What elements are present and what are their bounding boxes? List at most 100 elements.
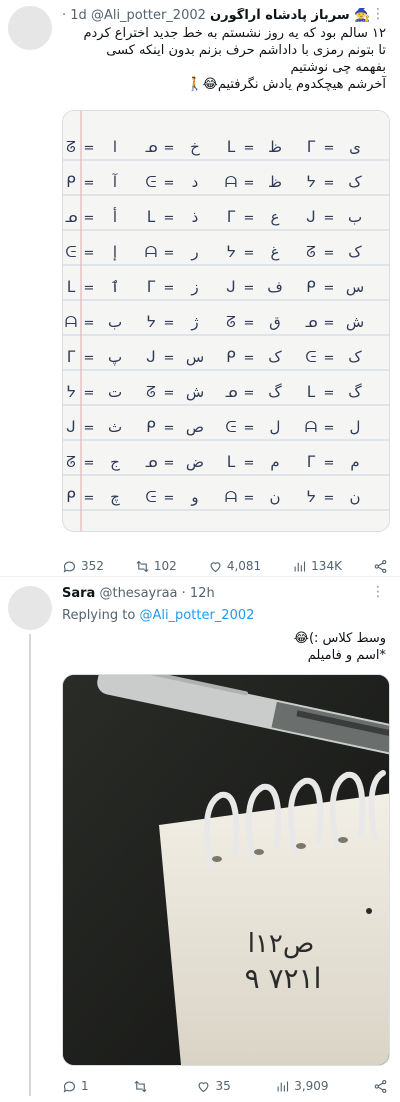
retweet-button[interactable]: 102 xyxy=(135,559,177,574)
notebook-equals: = xyxy=(244,246,255,261)
notebook-letter: م xyxy=(350,453,359,471)
share-button[interactable] xyxy=(373,559,388,574)
views-button[interactable]: 134K xyxy=(292,559,342,574)
notebook-equals: = xyxy=(244,176,255,191)
notebook-equals: = xyxy=(164,176,175,191)
cipher-glyph: ᒪ xyxy=(307,383,316,401)
reply-count: 352 xyxy=(81,559,104,573)
avatar[interactable] xyxy=(8,586,52,630)
notebook-letter: ث xyxy=(108,418,122,436)
cipher-glyph: ᑭ xyxy=(66,173,75,191)
notebook-equals: = xyxy=(324,351,335,366)
notebook-letter: غ xyxy=(271,243,280,261)
notebook-equals: = xyxy=(244,421,255,436)
retweet-button[interactable] xyxy=(133,1079,152,1094)
cipher-glyph: ᒍ xyxy=(66,418,75,436)
cipher-glyph: ᔭ xyxy=(66,383,75,401)
reply-button[interactable]: 1 xyxy=(62,1079,89,1094)
cipher-glyph: ᘔ xyxy=(66,138,76,156)
notebook-letter: ٱ xyxy=(111,278,120,296)
tweet-time[interactable]: · 1d xyxy=(62,8,87,23)
more-options-icon[interactable]: ⋮ xyxy=(371,6,386,22)
cipher-glyph: ᕮ xyxy=(225,418,236,436)
notebook-equals: = xyxy=(324,316,335,331)
tweet-handle[interactable]: @Ali_potter_2002 xyxy=(91,8,206,23)
cipher-glyph: ᔭ xyxy=(306,488,315,506)
views-button[interactable]: 3,909 xyxy=(275,1079,329,1094)
reply-count: 1 xyxy=(81,1079,89,1093)
reply-icon xyxy=(63,1081,76,1093)
cipher-glyph: ᔭ xyxy=(146,313,155,331)
cipher-glyph: ᒥ xyxy=(307,138,316,156)
notebook-equals: = xyxy=(244,211,255,226)
notebook-equals: = xyxy=(244,141,255,156)
tweet-time[interactable]: · 12h xyxy=(182,586,215,601)
notebook-equals: = xyxy=(84,421,95,436)
notebook-equals: = xyxy=(164,141,175,156)
heart-icon xyxy=(210,561,221,572)
tweet-1[interactable]: · 1d @Ali_potter_2002 سرباز پادشاه آراگو… xyxy=(0,0,400,574)
tweet-text-line: ۱۲ سالم بود که یه روز نشستم به خط جدید ا… xyxy=(83,26,386,41)
notebook-equals: = xyxy=(244,386,255,401)
cipher-glyph: ᕮ xyxy=(145,488,156,506)
tweet-text-line: وسط کلاس :)😂 xyxy=(293,631,386,646)
like-button[interactable]: 4,081 xyxy=(208,559,261,574)
notebook-equals: = xyxy=(84,316,95,331)
views-count: 3,909 xyxy=(294,1079,329,1093)
tweet-handle[interactable]: @thesayraa xyxy=(99,586,177,601)
notebook-equals: = xyxy=(164,386,175,401)
retweet-icon xyxy=(134,1080,147,1092)
notebook-letter: ظ xyxy=(268,173,282,191)
notebook-equals: = xyxy=(84,246,95,261)
notebook-equals: = xyxy=(244,316,255,331)
tweet-2[interactable]: Sara @thesayraa · 12h ⋮ Replying to @Ali… xyxy=(0,580,400,1102)
reply-icon xyxy=(63,561,76,573)
notebook-letter: ک xyxy=(348,243,362,261)
notebook-letter: د xyxy=(192,173,199,191)
notebook-letter: ذ xyxy=(192,208,199,226)
notebook-letter: ل xyxy=(270,418,281,436)
notebook-letter: س xyxy=(186,348,204,366)
share-button[interactable] xyxy=(373,1079,388,1094)
notebook-letter: م xyxy=(270,453,279,471)
tweet-text: ۱۲ سالم بود که یه روز نشستم به خط جدید ا… xyxy=(62,25,386,93)
notebook-letter: ل xyxy=(350,418,361,436)
notebook-letter: خ xyxy=(190,138,200,156)
notebook-equals: = xyxy=(84,176,95,191)
notebook-letter: ت xyxy=(108,383,122,401)
display-name[interactable]: سرباز پادشاه آراگورن 🧙 xyxy=(210,8,370,23)
notebook-equals: = xyxy=(324,281,335,296)
divider xyxy=(0,576,400,577)
notebook-letter: ن xyxy=(349,488,360,506)
notebook-equals: = xyxy=(84,281,95,296)
avatar[interactable] xyxy=(8,6,52,50)
notebook-equals: = xyxy=(164,456,175,471)
cipher-glyph: ᒍ xyxy=(226,278,235,296)
retweet-count: 102 xyxy=(153,559,177,573)
tweet-media-notebook[interactable]: ی = ᒥ ظ = ᒪ خ = ᓄ ا = ᘔ ک = ᔭ ظ = ᗩ د = ᕮ آ = ᑭ ب = ᒍ ع = ᒥ ذ = ᒪ أ = ᓄ ک = ᘔ غ… xyxy=(62,110,390,532)
display-name[interactable]: Sara xyxy=(62,586,95,601)
tweet-text-line: تا بتونم رمزی با داداشم حرف بزنم بدون ای… xyxy=(106,43,386,58)
cipher-glyph: ᓄ xyxy=(145,453,158,471)
cipher-glyph: ᒥ xyxy=(227,208,236,226)
cipher-glyph: ᒥ xyxy=(307,453,316,471)
share-icon xyxy=(374,559,387,573)
tweet-media-photo[interactable]: ص۱۲ا ۹ ۷۲۱ا xyxy=(62,674,390,1066)
like-count: 4,081 xyxy=(226,559,262,573)
notebook-letter: ا xyxy=(113,138,117,156)
notebook-letter: ق xyxy=(269,313,281,331)
reply-button[interactable]: 352 xyxy=(62,559,104,574)
notebook-letter: ر xyxy=(190,243,198,261)
cipher-glyph: ᒍ xyxy=(146,348,155,366)
notebook-letter: ش xyxy=(346,313,364,331)
more-options-icon[interactable]: ⋮ xyxy=(371,584,386,600)
notebook-equals: = xyxy=(324,246,335,261)
tweet-header: · 1d @Ali_potter_2002 سرباز پادشاه آراگو… xyxy=(62,8,388,23)
like-count: 35 xyxy=(215,1079,231,1093)
like-button[interactable]: 35 xyxy=(196,1079,231,1094)
notebook-equals: = xyxy=(324,211,335,226)
replying-handle-link[interactable]: @Ali_potter_2002 xyxy=(139,608,254,623)
cipher-glyph: ᓄ xyxy=(305,313,318,331)
thread-line xyxy=(29,634,31,1096)
notebook-letter: ن xyxy=(269,488,280,506)
